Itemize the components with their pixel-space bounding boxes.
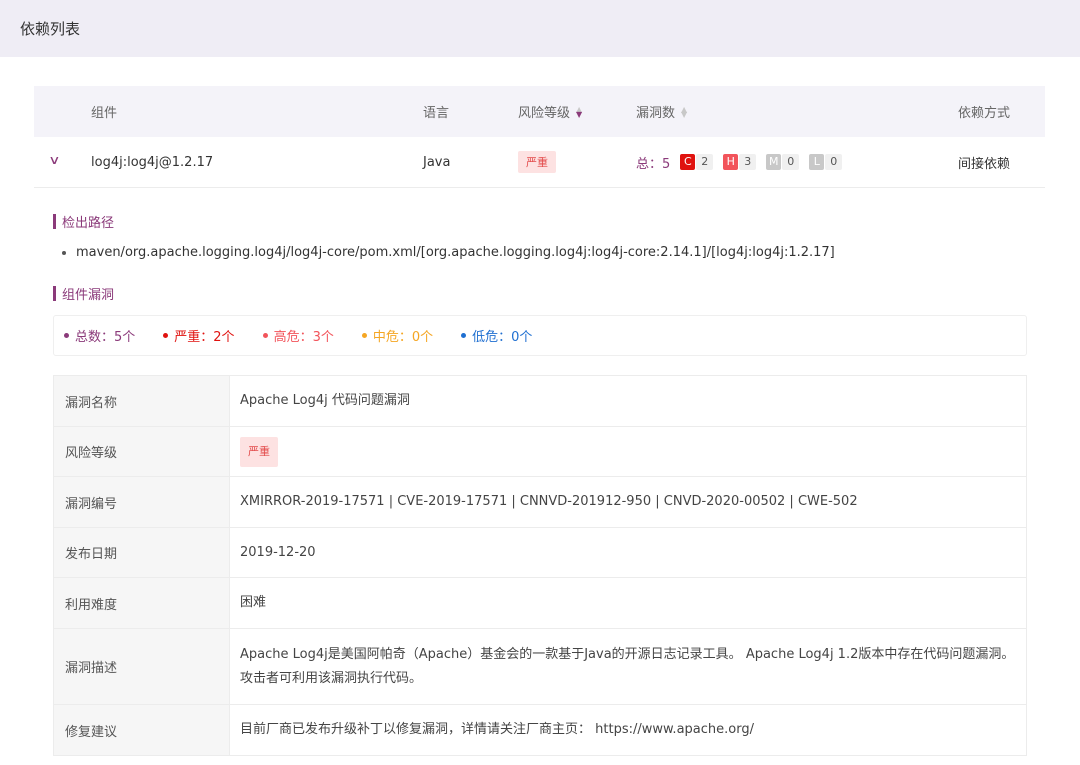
table-row[interactable]: ∨ log4j:log4j@1.2.17 Java 严重 总：5 C 2 H 3… [34,137,1045,188]
detail-label: 修复建议 [54,705,230,755]
chevron-down-icon[interactable]: ∨ [48,153,60,167]
sort-icon[interactable]: ▲ ▼ [681,105,687,118]
vuln-ids: XMIRROR-2019-17571 | CVE-2019-17571 | CN… [240,494,858,509]
detail-label: 漏洞描述 [54,629,230,704]
vuln-description: Apache Log4j是美国阿帕奇（Apache）基金会的一款基于Java的开… [240,646,1015,686]
header-dep-type: 依赖方式 [958,106,1011,121]
stat-high-label: 高危：3个 [273,330,334,345]
critical-letter: C [680,154,696,170]
section-title: 依赖列表 [20,20,81,38]
vuln-difficulty: 困难 [240,595,267,610]
detail-label: 漏洞编号 [54,477,230,527]
component-vulns-title: 组件漏洞 [62,288,115,303]
medium-letter: M [766,154,782,170]
high-letter: H [723,154,739,170]
stat-total: 总数：5个 [64,326,135,345]
component-vulns-heading: 组件漏洞 [53,284,114,303]
detail-label: 利用难度 [54,578,230,628]
vuln-detail-table: 漏洞名称 Apache Log4j 代码问题漏洞 风险等级 严重 漏洞编号 XM… [53,375,1027,756]
dependency-panel: 组件 语言 风险等级 ▲ ▼ 漏洞数 ▲ ▼ 依赖方式 ∨ log4j:log4j@… [6,57,1074,765]
vuln-count-cell: 总：5 C 2 H 3 M 0 L 0 [636,153,843,172]
heading-bar [53,214,56,229]
stat-critical: 严重：2个 [163,326,235,345]
vuln-risk: 严重 [230,427,1026,476]
vuln-date: 2019-12-20 [240,544,316,560]
medium-count-badge: M 0 [766,154,800,170]
status-badge: 严重 [240,436,278,467]
detection-path-text: maven/org.apache.logging.log4j/log4j-cor… [76,245,835,260]
vuln-fix: 目前厂商已发布升级补丁以修复漏洞，详情请关注厂商主页： https://www.… [240,722,754,737]
detail-label: 漏洞名称 [54,376,230,426]
bullet-icon [62,250,66,255]
status-badge: 严重 [518,151,556,173]
vuln-total: 总：5 [636,156,671,172]
medium-count: 0 [782,154,800,170]
vuln-name: Apache Log4j 代码问题漏洞 [240,393,410,408]
critical-count-badge: C 2 [680,154,714,170]
vuln-stats: 总数：5个 严重：2个 高危：3个 中危：0个 低危：0个 [53,315,1027,356]
low-count: 0 [825,154,843,170]
component-language: Java [423,154,451,170]
header-risk[interactable]: 风险等级 ▲ ▼ [518,102,582,121]
section-header: 依赖列表 [0,0,1080,57]
dot-icon [163,333,169,338]
sort-icon[interactable]: ▲ ▼ [576,105,582,118]
detail-label: 风险等级 [54,427,230,476]
stat-low: 低危：0个 [461,326,532,345]
detail-row-name: 漏洞名称 Apache Log4j 代码问题漏洞 [54,376,1026,427]
dependency-type: 间接依赖 [958,156,1011,172]
critical-count: 2 [696,154,714,170]
component-name: log4j:log4j@1.2.17 [91,154,214,170]
low-letter: L [809,154,825,170]
header-component: 组件 [91,106,118,121]
detail-row-difficulty: 利用难度 困难 [54,578,1026,629]
header-language: 语言 [423,106,450,121]
high-count-badge: H 3 [723,154,757,170]
detail-label: 发布日期 [54,528,230,577]
header-vuln-count[interactable]: 漏洞数 ▲ ▼ [636,102,687,121]
dot-icon [262,333,268,338]
stat-critical-label: 严重：2个 [174,330,235,345]
risk-cell: 严重 [518,151,556,173]
dot-icon [64,333,69,338]
stat-total-label: 总数：5个 [75,330,136,345]
detail-row-date: 发布日期 2019-12-20 [54,528,1026,578]
dependency-table-header: 组件 语言 风险等级 ▲ ▼ 漏洞数 ▲ ▼ 依赖方式 [34,86,1045,137]
stat-high: 高危：3个 [262,326,334,345]
stat-low-label: 低危：0个 [472,330,533,345]
header-vuln-count-label: 漏洞数 [636,106,676,121]
high-count: 3 [739,154,757,170]
low-count-badge: L 0 [809,154,843,170]
detection-path-title: 检出路径 [62,216,115,231]
detection-path-heading: 检出路径 [53,212,114,231]
header-risk-label: 风险等级 [518,106,571,121]
detail-row-desc: 漏洞描述 Apache Log4j是美国阿帕奇（Apache）基金会的一款基于J… [54,629,1026,705]
detail-row-fix: 修复建议 目前厂商已发布升级补丁以修复漏洞，详情请关注厂商主页： https:/… [54,705,1026,755]
dot-icon [461,333,467,338]
detail-row-ids: 漏洞编号 XMIRROR-2019-17571 | CVE-2019-17571… [54,477,1026,528]
detail-row-risk: 风险等级 严重 [54,427,1026,477]
stat-medium: 中危：0个 [361,326,434,345]
detection-path-item: maven/org.apache.logging.log4j/log4j-cor… [62,245,835,260]
dot-icon [361,333,367,338]
stat-medium-label: 中危：0个 [372,330,434,345]
heading-bar [53,286,56,301]
